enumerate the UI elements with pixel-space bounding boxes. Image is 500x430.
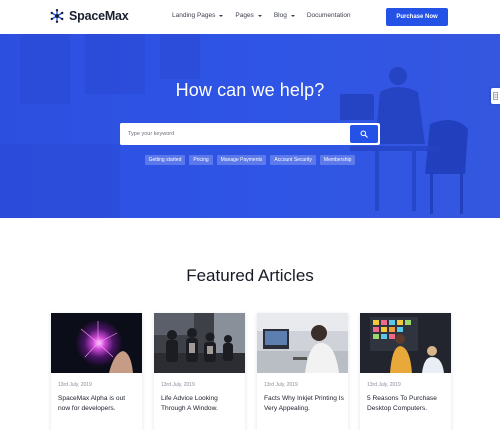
- chevron-down-icon: [219, 14, 224, 17]
- topic-chip-membership[interactable]: Membership: [319, 155, 356, 165]
- nav-item-blog[interactable]: Blog: [274, 12, 295, 19]
- side-share-tab[interactable]: [491, 88, 500, 104]
- hero-section: How can we help? Getting started Pricing…: [0, 34, 500, 218]
- article-title[interactable]: Facts Why Inkjet Printing Is Very Appeal…: [264, 394, 344, 413]
- article-card[interactable]: 13rd July, 2019 Life Advice Looking Thro…: [154, 313, 245, 430]
- article-card[interactable]: 13rd July, 2019 Facts Why Inkjet Printin…: [257, 313, 348, 430]
- brand-logo[interactable]: SpaceMax: [50, 9, 129, 23]
- popular-topics: Getting started Pricing Manage Payments …: [0, 155, 500, 165]
- article-date: 13rd July, 2019: [264, 382, 298, 388]
- topic-chip-account-security[interactable]: Account Security: [270, 155, 316, 165]
- article-date: 13rd July, 2019: [367, 382, 401, 388]
- brand-name: SpaceMax: [69, 9, 129, 23]
- search-input[interactable]: [120, 123, 351, 145]
- featured-articles-list: 13rd July, 2019 SpaceMax Alpha is out no…: [51, 313, 451, 430]
- nav-item-label: Landing Pages: [172, 12, 216, 19]
- nav-item-label: Documentation: [306, 12, 351, 19]
- main-nav: Landing Pages Pages Blog Documentation: [172, 12, 351, 19]
- nav-item-pages[interactable]: Pages: [235, 12, 262, 19]
- chevron-down-icon: [290, 14, 295, 17]
- article-card[interactable]: 13rd July, 2019 SpaceMax Alpha is out no…: [51, 313, 142, 430]
- topic-chip-pricing[interactable]: Pricing: [189, 155, 213, 165]
- article-date: 13rd July, 2019: [58, 382, 92, 388]
- hero-title: How can we help?: [175, 80, 325, 100]
- office-desk-image: [257, 313, 348, 373]
- search-icon: [360, 130, 368, 138]
- plasma-ball-image: [51, 313, 142, 373]
- nav-item-label: Pages: [235, 12, 254, 19]
- logo-icon: [50, 9, 64, 23]
- article-title[interactable]: Life Advice Looking Through A Window.: [161, 394, 241, 413]
- search-button[interactable]: [350, 125, 378, 143]
- topic-chip-manage-payments[interactable]: Manage Payments: [216, 155, 267, 165]
- share-icon: [493, 92, 498, 100]
- article-card[interactable]: 13rd July, 2019 5 Reasons To Purchase De…: [360, 313, 451, 430]
- people-on-phones-image: [154, 313, 245, 373]
- article-title[interactable]: 5 Reasons To Purchase Desktop Computers.: [367, 394, 447, 413]
- nav-item-documentation[interactable]: Documentation: [307, 12, 351, 19]
- presentation-image: [360, 313, 451, 373]
- featured-articles-heading: Featured Articles: [186, 266, 314, 285]
- purchase-now-button[interactable]: Purchase Now: [386, 8, 448, 26]
- chevron-down-icon: [257, 14, 262, 17]
- topic-chip-getting-started[interactable]: Getting started: [144, 155, 186, 165]
- site-header: SpaceMax Landing Pages Pages Blog Docume…: [0, 0, 500, 34]
- nav-item-landing-pages[interactable]: Landing Pages: [172, 12, 224, 19]
- article-date: 13rd July, 2019: [161, 382, 195, 388]
- search-bar: [120, 123, 380, 145]
- article-title[interactable]: SpaceMax Alpha is out now for developers…: [58, 394, 138, 413]
- nav-item-label: Blog: [273, 12, 287, 19]
